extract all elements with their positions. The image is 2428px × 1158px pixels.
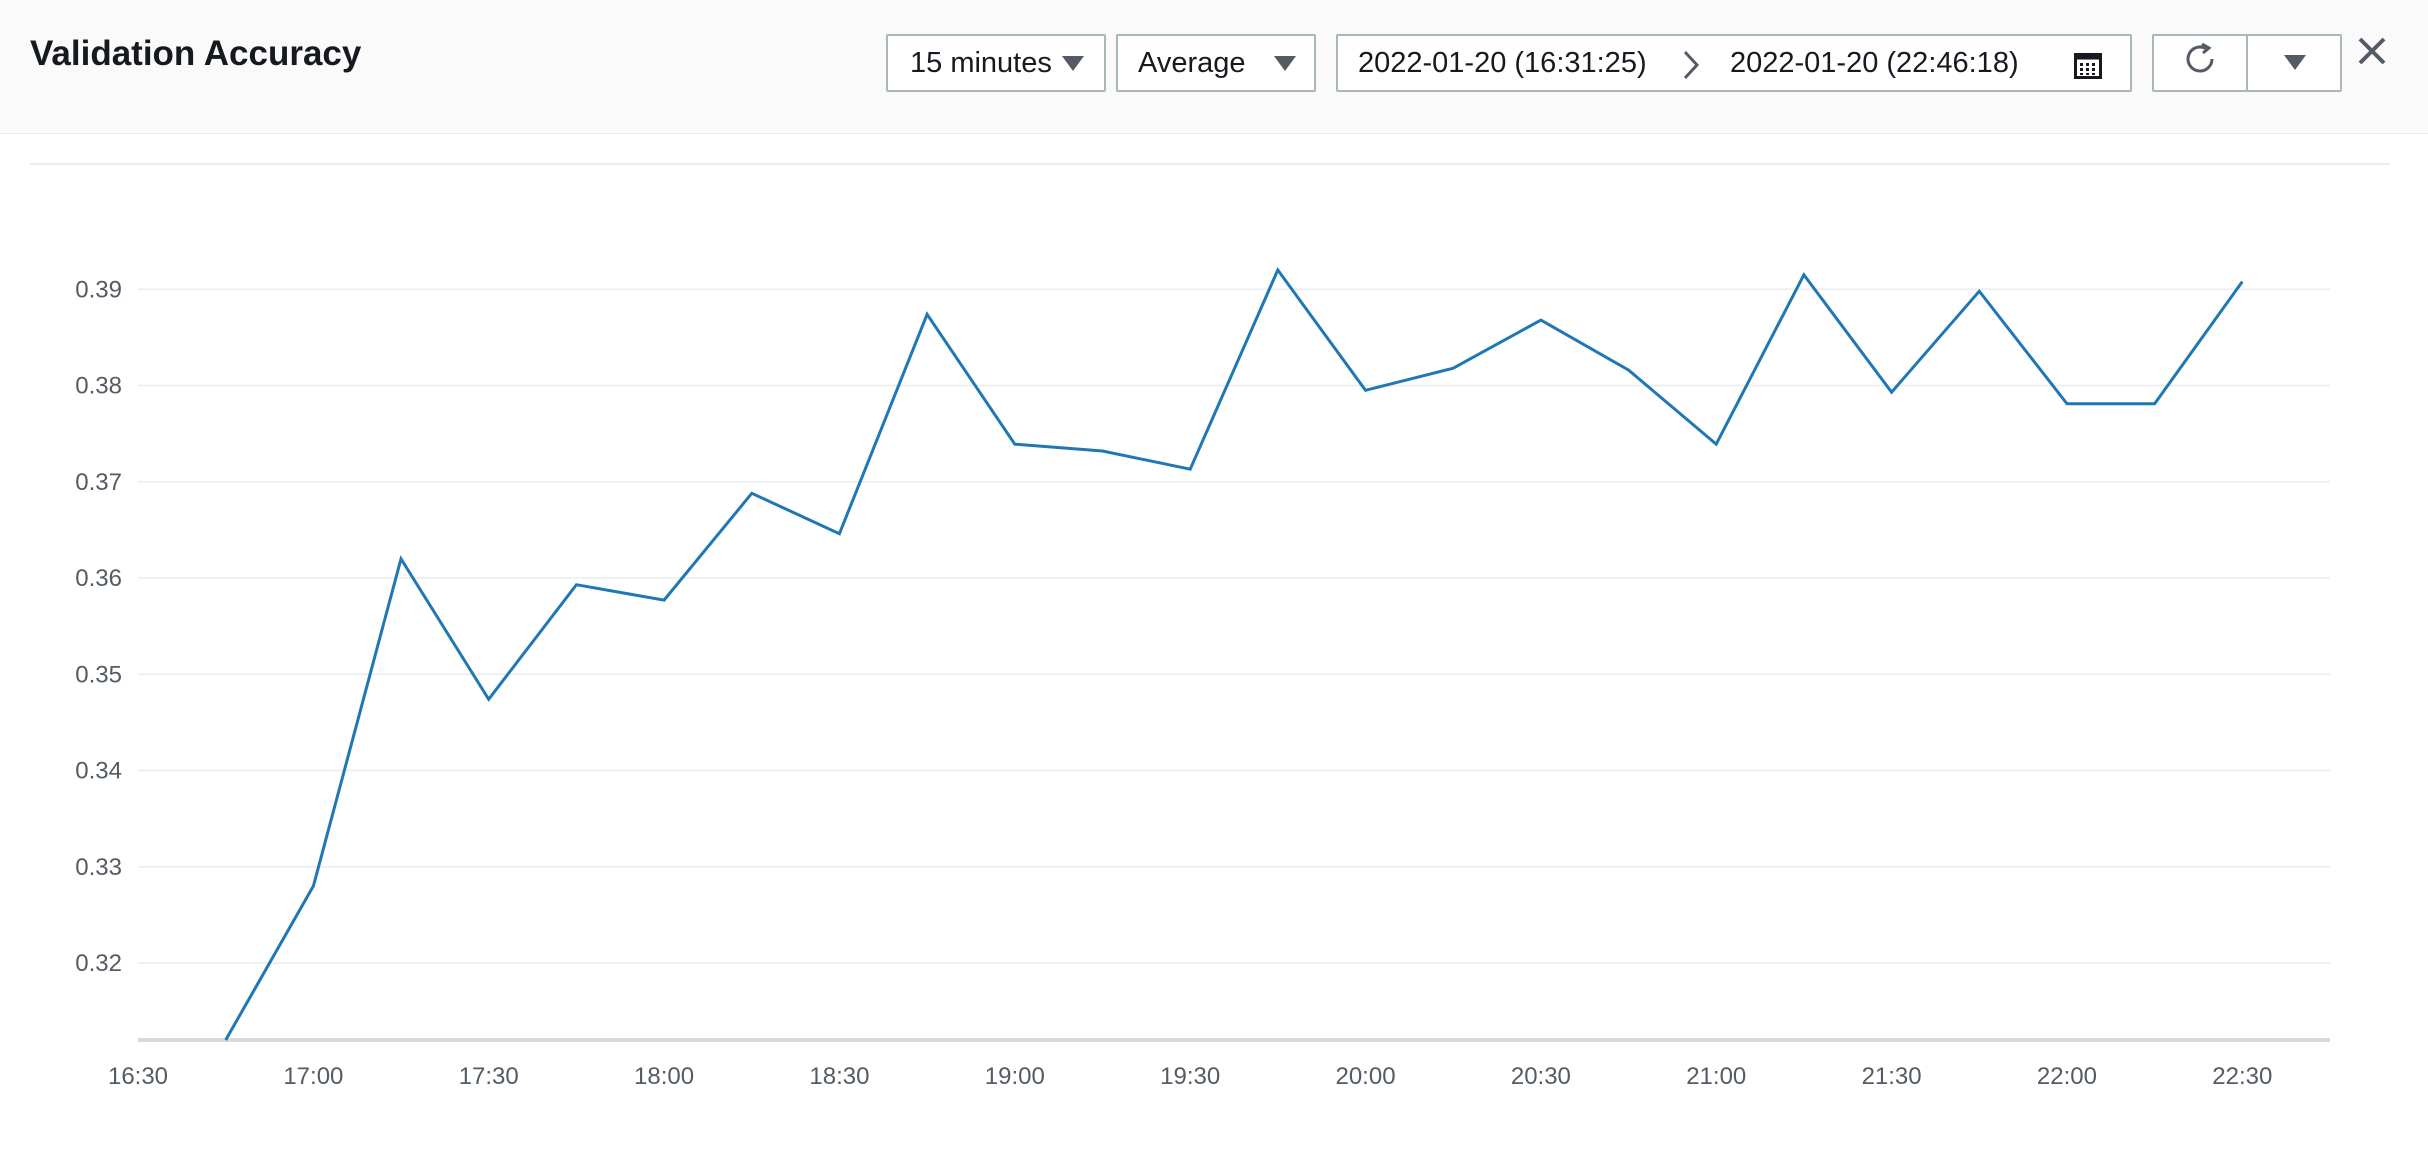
data-point [574,583,578,587]
data-point [1714,442,1718,446]
x-tick-label: 18:30 [809,1063,869,1090]
data-point [1188,467,1192,471]
data-point [1364,388,1368,392]
y-tick-label: 0.35 [75,661,122,688]
x-tick-label: 22:00 [2037,1063,2097,1090]
x-tick-label: 20:30 [1511,1063,1571,1090]
y-tick-label: 0.36 [75,565,122,592]
data-point [750,491,754,495]
data-point [1890,390,1894,394]
data-point [224,1038,228,1042]
data-point [1977,289,1981,293]
y-tick-label: 0.32 [75,950,122,977]
x-tick-label: 18:00 [634,1063,694,1090]
y-tick-label: 0.38 [75,373,122,400]
data-point [2065,402,2069,406]
data-point [1539,318,1543,322]
data-point [311,884,315,888]
x-tick-label: 19:00 [985,1063,1045,1090]
y-tick-label: 0.39 [75,276,122,303]
x-tick-label: 16:30 [108,1063,168,1090]
y-tick-label: 0.37 [75,469,122,496]
y-tick-label: 0.34 [75,758,122,785]
data-point [1802,273,1806,277]
data-point [1627,368,1631,372]
x-tick-label: 20:00 [1335,1063,1395,1090]
data-point [662,598,666,602]
x-tick-label: 19:30 [1160,1063,1220,1090]
x-tick-label: 22:30 [2212,1063,2272,1090]
data-point [837,532,841,536]
data-point [2240,280,2244,284]
data-point [1451,366,1455,370]
x-tick-label: 17:30 [459,1063,519,1090]
data-point [1013,442,1017,446]
x-tick-label: 21:00 [1686,1063,1746,1090]
data-point [2153,402,2157,406]
data-point [1276,268,1280,272]
data-point [1100,449,1104,453]
y-tick-label: 0.33 [75,854,122,881]
x-tick-label: 17:00 [283,1063,343,1090]
data-point [399,557,403,561]
data-point [487,697,491,701]
x-tick-label: 21:30 [1862,1063,1922,1090]
line-chart: 0.32 0.33 0.34 0.35 0.36 0.37 0.38 0.39 16:30 17:… [75,267,2330,1090]
data-point [925,312,929,316]
